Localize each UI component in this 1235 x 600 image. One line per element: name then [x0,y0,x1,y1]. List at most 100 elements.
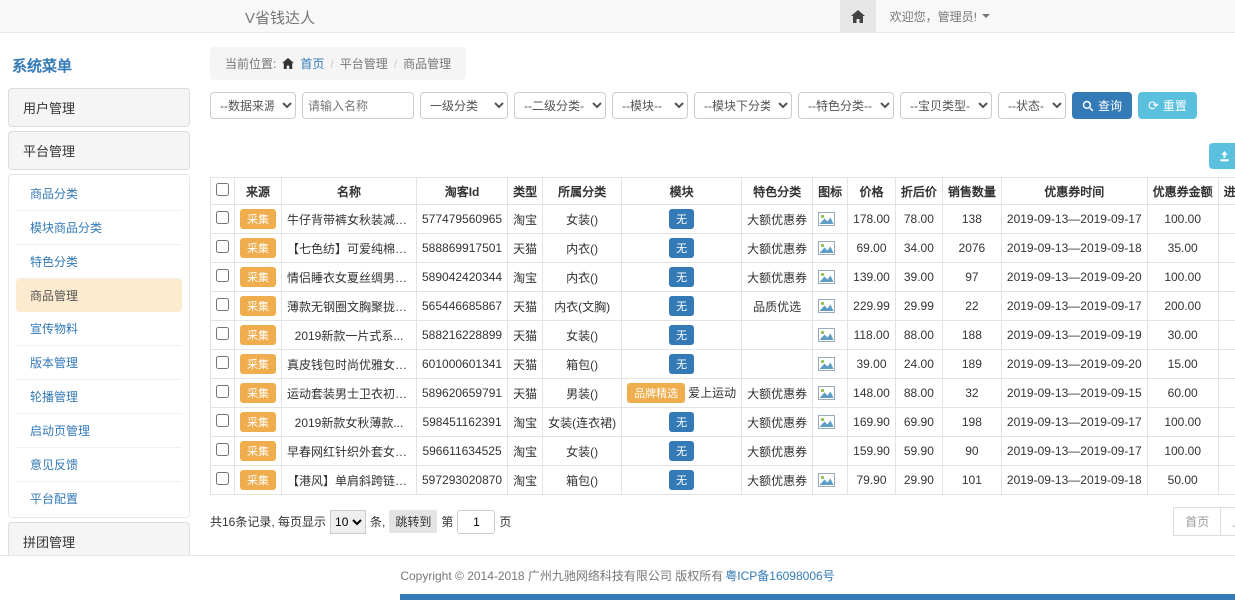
module-badge: 无 [669,325,694,345]
sidebar-item-link[interactable]: 版本管理 [16,346,182,380]
column-header: 淘客Id [417,178,508,205]
product-thumbnail-icon [818,328,842,342]
import-excel-button[interactable]: 导入excel [1209,143,1235,169]
item-type-select[interactable]: --宝贝类型-- [900,92,992,119]
sales-count: 189 [942,350,1001,379]
jump-page-input[interactable] [457,510,495,534]
product-type: 天猫 [508,350,543,379]
sidebar-item-link[interactable]: 商品分类 [16,177,182,211]
sidebar-item-header[interactable]: 用户管理 [8,88,190,127]
column-header: 优惠券金额 [1147,178,1218,205]
sidebar-item-header[interactable]: 平台管理 [8,131,190,170]
row-checkbox[interactable] [216,211,229,224]
row-checkbox[interactable] [216,443,229,456]
column-header: 模块 [622,178,742,205]
sidebar-item-link[interactable]: 意见反馈 [16,448,182,482]
sales-count: 97 [942,263,1001,292]
select-all-checkbox[interactable] [216,183,229,196]
search-button[interactable]: 查询 [1072,92,1132,119]
product-thumbnail-icon [818,386,842,400]
page-button-首页[interactable]: 首页 [1173,507,1221,536]
row-checkbox[interactable] [216,298,229,311]
table-row: 采集牛仔背带裤女秋装减龄...577479560965淘宝女装()无大额优惠券1… [211,205,1235,234]
user-menu[interactable]: 欢迎您，管理员! [890,8,990,25]
feature-category-select[interactable]: --特色分类-- [798,92,894,119]
table-row: 采集早春网红针织外套女春...596611634525淘宝女装()无大额优惠券1… [211,437,1235,466]
jump-button[interactable]: 跳转到 [389,510,437,533]
source-badge: 采集 [240,441,276,461]
product-thumbnail-icon [818,415,842,429]
coupon-amount: 200.00 [1147,292,1218,321]
row-checkbox[interactable] [216,240,229,253]
refresh-icon: ⟳ [1148,99,1159,112]
price: 39.00 [848,350,896,379]
record-count: 共16条记录, 每页显示 [210,513,326,530]
sidebar-item-active[interactable]: 商品管理 [16,279,182,312]
name-input[interactable] [302,92,414,119]
icp-link[interactable]: 粤ICP备16098006号 [725,567,834,584]
source-badge: 采集 [240,209,276,229]
taoke-id: 565446685867 [417,292,508,321]
product-type: 天猫 [508,292,543,321]
product-type: 淘宝 [508,437,543,466]
discount-price: 59.90 [895,437,942,466]
column-header: 图标 [813,178,848,205]
column-header: 价格 [848,178,896,205]
level1-category-select[interactable]: 一级分类 [420,92,508,119]
sidebar-item-link[interactable]: 宣传物料 [16,312,182,346]
product-category: 女装(连衣裙) [543,408,622,437]
discount-price: 34.00 [895,234,942,263]
feature-category: 大额优惠券 [742,379,813,408]
module-select[interactable]: --模块-- [612,92,688,119]
row-checkbox[interactable] [216,472,229,485]
price: 139.00 [848,263,896,292]
module-badge: 品牌精选 [627,383,685,403]
price: 118.00 [848,321,896,350]
source-badge: 采集 [240,412,276,432]
source-badge: 采集 [240,296,276,316]
breadcrumb-home-link[interactable]: 首页 [300,55,324,72]
row-checkbox[interactable] [216,269,229,282]
breadcrumb-separator: / [394,57,397,71]
row-checkbox[interactable] [216,385,229,398]
module-sub-category-select[interactable]: --模块下分类-- [694,92,792,119]
product-type: 天猫 [508,234,543,263]
bottom-strip [400,594,1235,600]
topbar: V省钱达人 欢迎您，管理员! [0,0,1235,33]
row-checkbox[interactable] [216,356,229,369]
sales-count: 2076 [942,234,1001,263]
row-checkbox[interactable] [216,414,229,427]
sales-count: 188 [942,321,1001,350]
product-name: 运动套装男士卫衣初秋... [282,379,417,408]
coupon-amount: 100.00 [1147,437,1218,466]
sidebar-item-link[interactable]: 平台配置 [16,482,182,515]
product-category: 女装() [543,205,622,234]
taoke-id: 598451162391 [417,408,508,437]
status-select[interactable]: --状态-- [998,92,1066,119]
caret-down-icon [982,14,990,18]
breadcrumb-separator: / [330,57,333,71]
sidebar-item-link[interactable]: 启动页管理 [16,414,182,448]
product-category: 女装() [543,321,622,350]
app-title: V省钱达人 [245,7,315,28]
page-button-上一页[interactable]: 上一页 [1220,507,1235,536]
source-badge: 采集 [240,383,276,403]
product-category: 内衣(文胸) [543,292,622,321]
reset-button[interactable]: ⟳ 重置 [1138,92,1197,119]
footer: Copyright © 2014-2018 广州九驰网络科技有限公司 版权所有 … [0,555,1235,594]
sidebar-item-link[interactable]: 模块商品分类 [16,211,182,245]
column-header: 进口优选 [1218,178,1235,205]
module-badge: 无 [669,412,694,432]
product-thumbnail-icon [818,473,842,487]
product-type: 淘宝 [508,263,543,292]
per-page-select[interactable]: 10 [330,510,366,534]
coupon-amount: 15.00 [1147,350,1218,379]
price: 148.00 [848,379,896,408]
sidebar-item-link[interactable]: 轮播管理 [16,380,182,414]
sidebar-item-link[interactable]: 特色分类 [16,245,182,279]
row-checkbox[interactable] [216,327,229,340]
data-source-select[interactable]: --数据来源-- [210,92,296,119]
welcome-text: 欢迎您，管理员! [890,8,977,25]
level2-category-select[interactable]: --二级分类-- [514,92,606,119]
home-button[interactable] [840,0,876,32]
